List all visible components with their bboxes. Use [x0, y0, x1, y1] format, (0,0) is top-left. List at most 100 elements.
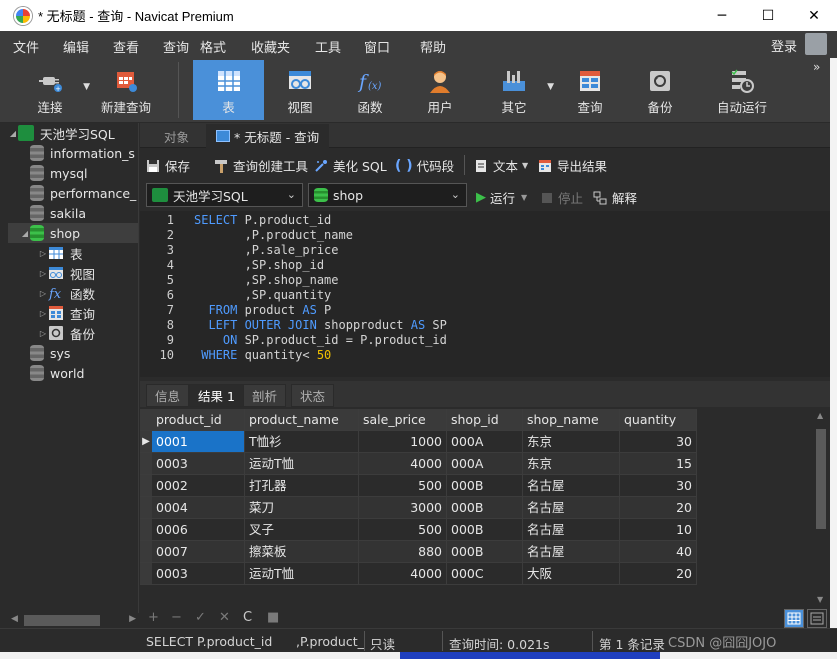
table-cell[interactable]: 0004	[152, 497, 245, 519]
menu-favorites[interactable]: 收藏夹	[251, 37, 290, 56]
code-snippet-button[interactable]: ( ) 代码段	[395, 156, 454, 175]
toolbar-autorun-button[interactable]: 自动运行	[702, 60, 782, 120]
toolbar-more-button[interactable]: »	[813, 60, 820, 74]
toolbar-user-button[interactable]: 用户	[412, 60, 468, 120]
table-cell[interactable]: 15	[620, 453, 697, 475]
table-cell[interactable]: 30	[620, 475, 697, 497]
table-cell[interactable]: T恤衫	[245, 431, 359, 453]
tree-connection[interactable]: ◢ 天池学习SQL	[8, 123, 138, 143]
code-line[interactable]: 5 ,SP.shop_name	[140, 273, 830, 288]
tab-result-1[interactable]: 结果 1	[189, 384, 244, 407]
menu-file[interactable]: 文件	[13, 37, 39, 56]
table-cell[interactable]: 3000	[359, 497, 447, 519]
tree-shop-views[interactable]: ▷ 视图	[8, 263, 138, 283]
row-marker[interactable]: ▶	[140, 431, 152, 453]
table-cell[interactable]: 000A	[447, 431, 523, 453]
maximize-button[interactable]: ☐	[745, 0, 791, 31]
table-cell[interactable]: 1000	[359, 431, 447, 453]
column-header[interactable]: shop_id	[447, 409, 523, 431]
export-results-button[interactable]: 导出结果	[538, 156, 607, 175]
scroll-up-icon[interactable]: ▲	[817, 411, 823, 420]
tree-db-shop[interactable]: ◢ shop	[8, 223, 138, 243]
code-line[interactable]: 7 FROM product AS P	[140, 303, 830, 318]
avatar[interactable]	[805, 33, 827, 55]
table-cell[interactable]: 擦菜板	[245, 541, 359, 563]
tree-db-world[interactable]: world	[8, 363, 138, 383]
table-cell[interactable]: 000B	[447, 475, 523, 497]
row-marker[interactable]	[140, 519, 152, 541]
tree-db-sakila[interactable]: sakila	[8, 203, 138, 223]
save-button[interactable]: 保存	[146, 156, 190, 175]
stop-button[interactable]: 停止	[542, 188, 583, 207]
table-cell[interactable]: 运动T恤	[245, 453, 359, 475]
toolbar-backup-button[interactable]: 备份	[632, 60, 688, 120]
chevron-down-icon[interactable]: ▼	[522, 161, 528, 170]
table-cell[interactable]: 20	[620, 497, 697, 519]
table-cell[interactable]: 名古屋	[523, 519, 620, 541]
beautify-sql-button[interactable]: 美化 SQL	[314, 156, 387, 175]
tab-status[interactable]: 状态	[291, 384, 335, 407]
code-line[interactable]: 6 ,SP.quantity	[140, 288, 830, 303]
tree-db-information-schema[interactable]: information_s	[8, 143, 138, 163]
chevron-down-icon[interactable]: ▼	[521, 193, 527, 202]
table-cell[interactable]: 500	[359, 519, 447, 541]
sql-editor[interactable]: 1 SELECT P.product_id 2 ,P.product_name 3 ,…	[140, 211, 830, 377]
run-button[interactable]: ▶ 运行 ▼	[476, 188, 527, 207]
tab-query[interactable]: * 无标题 - 查询	[206, 124, 330, 148]
toolbar-function-button[interactable]: f (x) 函数	[342, 60, 398, 120]
code-line[interactable]: 2 ,P.product_name	[140, 228, 830, 243]
delete-row-button[interactable]: −	[171, 610, 182, 625]
minimize-button[interactable]: ─	[699, 0, 745, 31]
table-cell[interactable]: 菜刀	[245, 497, 359, 519]
collapse-arrow-icon[interactable]: ◢	[20, 229, 30, 238]
text-mode-button[interactable]: 文本 ▼	[474, 156, 528, 175]
table-cell[interactable]: 4000	[359, 563, 447, 585]
table-cell[interactable]: 4000	[359, 453, 447, 475]
grid-view-toggle[interactable]	[784, 609, 804, 628]
refresh-button[interactable]: C	[243, 610, 252, 625]
table-cell[interactable]: 000B	[447, 541, 523, 563]
discard-changes-button[interactable]: ✕	[219, 610, 230, 625]
table-cell[interactable]: 名古屋	[523, 497, 620, 519]
sidebar-scrollbar[interactable]: ◀ ▶	[8, 613, 139, 628]
menu-query[interactable]: 查询	[163, 37, 189, 56]
scrollbar-thumb[interactable]	[816, 429, 826, 529]
apply-changes-button[interactable]: ✓	[195, 610, 206, 625]
table-cell[interactable]: 0003	[152, 563, 245, 585]
table-cell[interactable]: 东京	[523, 431, 620, 453]
toolbar-other-button[interactable]: 其它 ▼	[486, 60, 554, 120]
menu-edit[interactable]: 编辑	[63, 37, 89, 56]
explain-button[interactable]: 解释	[593, 188, 637, 207]
table-cell[interactable]: 500	[359, 475, 447, 497]
code-line[interactable]: 9 ON SP.product_id = P.product_id	[140, 333, 830, 348]
code-line[interactable]: 10 WHERE quantity< 50	[140, 348, 830, 363]
toolbar-connect-button[interactable]: + 连接 ▼	[22, 60, 90, 120]
table-cell[interactable]: 000B	[447, 519, 523, 541]
tab-info[interactable]: 信息	[146, 384, 190, 407]
chevron-down-icon[interactable]: ▼	[83, 82, 90, 92]
chevron-down-icon[interactable]: ▼	[547, 82, 554, 92]
toolbar-table-button[interactable]: 表	[193, 60, 264, 120]
row-marker[interactable]	[140, 475, 152, 497]
expand-arrow-icon[interactable]: ▷	[38, 309, 48, 318]
table-cell[interactable]: 东京	[523, 453, 620, 475]
code-line[interactable]: 3 ,P.sale_price	[140, 243, 830, 258]
table-cell[interactable]: 000A	[447, 453, 523, 475]
table-cell[interactable]: 0003	[152, 453, 245, 475]
scroll-left-icon[interactable]: ◀	[11, 614, 18, 624]
expand-arrow-icon[interactable]: ▷	[38, 289, 48, 298]
table-cell[interactable]: 0001	[152, 431, 245, 453]
form-view-toggle[interactable]	[807, 609, 827, 628]
row-marker[interactable]	[140, 563, 152, 585]
code-line[interactable]: 1 SELECT P.product_id	[140, 213, 830, 228]
toolbar-query-button[interactable]: 查询	[562, 60, 618, 120]
table-cell[interactable]: 000B	[447, 497, 523, 519]
table-cell[interactable]: 名古屋	[523, 475, 620, 497]
expand-arrow-icon[interactable]: ▷	[38, 269, 48, 278]
table-cell[interactable]: 30	[620, 431, 697, 453]
add-row-button[interactable]: +	[148, 610, 159, 625]
table-cell[interactable]: 大阪	[523, 563, 620, 585]
column-header[interactable]: quantity	[620, 409, 697, 431]
menu-window[interactable]: 窗口	[364, 37, 390, 56]
tree-db-sys[interactable]: sys	[8, 343, 138, 363]
